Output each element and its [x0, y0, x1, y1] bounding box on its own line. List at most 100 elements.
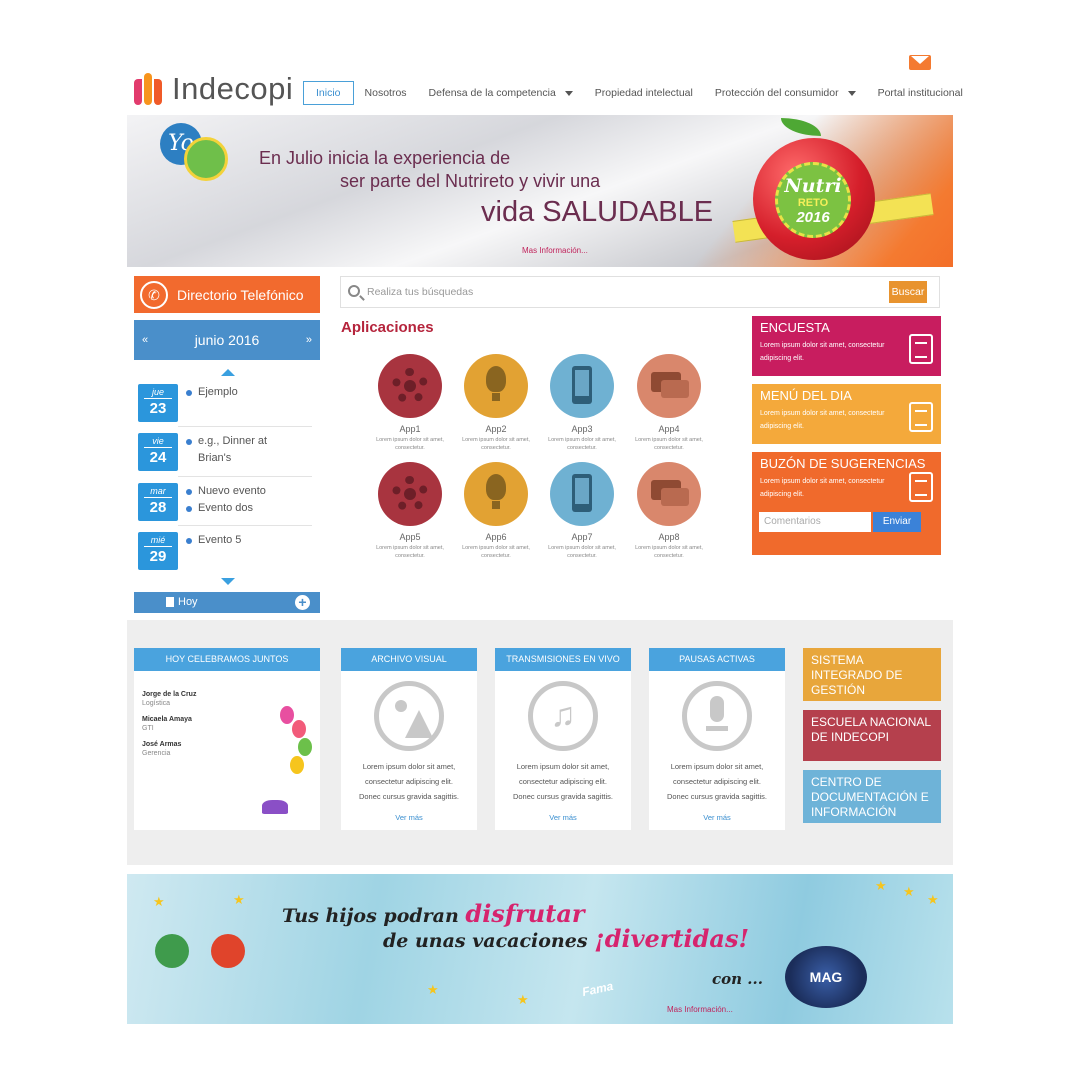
- calendar-event[interactable]: vie 24 e.g., Dinner at Brian's: [134, 433, 314, 471]
- person-name: José Armas: [142, 741, 182, 748]
- card-title: TRANSMISIONES EN VIVO: [495, 648, 631, 671]
- balloon-icon: [298, 738, 312, 756]
- app-name: App6: [485, 532, 507, 542]
- archivo-visual-card: ARCHIVO VISUAL Lorem ipsum dolor sit ame…: [341, 648, 477, 830]
- app-description: Lorem ipsum dolor sit amet, consectetur.: [376, 545, 444, 559]
- logo-mark-icon: [134, 71, 164, 107]
- star-icon: ★: [427, 982, 439, 997]
- event-item: Evento 5: [186, 532, 241, 549]
- calendar-event[interactable]: jue 23 Ejemplo: [134, 384, 314, 422]
- app-tile[interactable]: App2 Lorem ipsum dolor sit amet, consecte…: [459, 354, 533, 452]
- app-circle: [464, 354, 528, 418]
- nav-defensa-competencia[interactable]: Defensa de la competencia: [418, 81, 584, 105]
- apps-title: Aplicaciones: [341, 319, 434, 336]
- nav-proteccion-consumidor[interactable]: Protección del consumidor: [704, 81, 867, 105]
- event-item: e.g., Dinner at Brian's: [186, 433, 276, 467]
- nav-defensa-label: Defensa de la competencia: [428, 87, 556, 99]
- app-circle: [550, 354, 614, 418]
- hero-line-3: vida SALUDABLE: [481, 196, 714, 228]
- app-tile[interactable]: App4 Lorem ipsum dolor sit amet, consecte…: [632, 354, 706, 452]
- search-input[interactable]: Realiza tus búsquedas: [367, 286, 473, 298]
- buzon-text: Lorem ipsum dolor sit amet, consectetur …: [760, 478, 885, 498]
- bulb-icon: [486, 366, 506, 401]
- app-tile[interactable]: App7 Lorem ipsum dolor sit amet, consecte…: [545, 462, 619, 560]
- encuesta-text: Lorem ipsum dolor sit amet, consectetur …: [760, 342, 885, 362]
- divider: [178, 426, 312, 427]
- star-icon: ★: [233, 892, 245, 907]
- ver-mas-link[interactable]: Ver más: [649, 813, 785, 822]
- buzon-sugerencias-box: BUZÓN DE SUGERENCIAS Lorem ipsum dolor s…: [752, 452, 941, 555]
- gear-icon: [392, 368, 428, 404]
- birthdays-list: Jorge de la Cruz Logística Micaela Amaya G…: [142, 690, 196, 765]
- yo-elijo-badge-icon: Yo: [160, 123, 228, 185]
- nav-proteccion-label: Protección del consumidor: [714, 87, 839, 99]
- app-name: App4: [658, 424, 680, 434]
- nav-portal-institucional[interactable]: Portal institucional: [867, 81, 974, 105]
- seal-year: 2016: [796, 209, 830, 226]
- card-text-line: consectetur adipiscing elit.: [519, 777, 607, 786]
- today-bar[interactable]: Hoy +: [134, 592, 320, 613]
- chevron-down-icon: [564, 90, 573, 96]
- balloon-icon: [292, 720, 306, 738]
- today-label: Hoy: [178, 596, 198, 608]
- app-tile[interactable]: App6 Lorem ipsum dolor sit amet, consecte…: [459, 462, 533, 560]
- person-name: Jorge de la Cruz: [142, 691, 197, 698]
- calendar-event[interactable]: mar 28 Nuevo evento Evento dos: [134, 483, 314, 521]
- indecopi-logo[interactable]: Indecopi: [134, 70, 293, 108]
- calendar-prev-button[interactable]: «: [142, 334, 148, 346]
- directory-button[interactable]: ✆ Directorio Telefónico: [134, 276, 320, 313]
- app-circle: [464, 462, 528, 526]
- event-dow: mar: [144, 486, 172, 498]
- centro-documentacion-link[interactable]: CENTRO DE DOCUMENTACIÓN E INFORMACIÓN: [803, 770, 941, 823]
- app-tile[interactable]: App5 Lorem ipsum dolor sit amet, consecte…: [373, 462, 447, 560]
- search-button[interactable]: Buscar: [889, 281, 927, 303]
- app-description: Lorem ipsum dolor sit amet, consectetur.: [548, 437, 616, 451]
- nav-propiedad-intelectual[interactable]: Propiedad intelectual: [584, 81, 704, 105]
- mag-science-logo: MAG SCIENCE: [785, 946, 867, 1008]
- promo-fama: Fama: [580, 978, 615, 1000]
- app-tile[interactable]: App1 Lorem ipsum dolor sit amet, consecte…: [373, 354, 447, 452]
- promo-more-link[interactable]: Mas Información...: [667, 1005, 733, 1014]
- add-event-button[interactable]: +: [295, 595, 310, 610]
- calendar-next-button[interactable]: »: [306, 334, 312, 346]
- menu-title: MENÚ DEL DIA: [760, 388, 852, 403]
- promo-banner[interactable]: ★ ★ ★ ★ ★ ★ ★ Tus hijos podran disfrutar…: [127, 874, 953, 1024]
- hero-banner[interactable]: Yo En Julio inicia la experiencia de ser…: [127, 115, 953, 267]
- logo-text: Indecopi: [172, 71, 294, 106]
- document-icon: [909, 472, 933, 502]
- event-date: mar 28: [138, 483, 178, 521]
- pausas-activas-card: PAUSAS ACTIVAS Lorem ipsum dolor sit ame…: [649, 648, 785, 830]
- encuesta-box[interactable]: ENCUESTA Lorem ipsum dolor sit amet, con…: [752, 316, 941, 376]
- scroll-down-icon[interactable]: [221, 578, 235, 585]
- gear-icon: [392, 476, 428, 512]
- event-day: 29: [149, 548, 167, 565]
- app-name: App7: [571, 532, 593, 542]
- ver-mas-link[interactable]: Ver más: [341, 813, 477, 822]
- scroll-up-icon[interactable]: [221, 369, 235, 376]
- calendar-event[interactable]: mié 29 Evento 5: [134, 532, 314, 570]
- comments-input[interactable]: Comentarios: [759, 512, 871, 532]
- escuela-nacional-link[interactable]: ESCUELA NACIONAL DE INDECOPI: [803, 710, 941, 761]
- phone-icon: [572, 366, 592, 404]
- event-item: Ejemplo: [186, 384, 238, 401]
- nav-nosotros[interactable]: Nosotros: [354, 81, 418, 105]
- send-button[interactable]: Enviar: [873, 512, 921, 532]
- seal-reto: RETO: [797, 197, 829, 209]
- sistema-integrado-link[interactable]: SISTEMA INTEGRADO DE GESTIÓN: [803, 648, 941, 701]
- hero-more-link[interactable]: Mas Información...: [522, 246, 588, 255]
- app-circle: [637, 354, 701, 418]
- event-date: mié 29: [138, 532, 178, 570]
- mail-icon[interactable]: [909, 55, 931, 70]
- ver-mas-link[interactable]: Ver más: [495, 813, 631, 822]
- app-name: App1: [399, 424, 421, 434]
- app-circle: [637, 462, 701, 526]
- nav-inicio[interactable]: Inicio: [303, 81, 354, 105]
- event-day: 28: [149, 499, 167, 516]
- menu-del-dia-box[interactable]: MENÚ DEL DIA Lorem ipsum dolor sit amet,…: [752, 384, 941, 444]
- app-tile[interactable]: App3 Lorem ipsum dolor sit amet, consecte…: [545, 354, 619, 452]
- apple-icon: Nutri RETO 2016: [753, 118, 875, 260]
- document-icon: [909, 402, 933, 432]
- promo-line-2a: de unas vacaciones: [383, 930, 595, 952]
- app-tile[interactable]: App8 Lorem ipsum dolor sit amet, consecte…: [632, 462, 706, 560]
- app-circle: [550, 462, 614, 526]
